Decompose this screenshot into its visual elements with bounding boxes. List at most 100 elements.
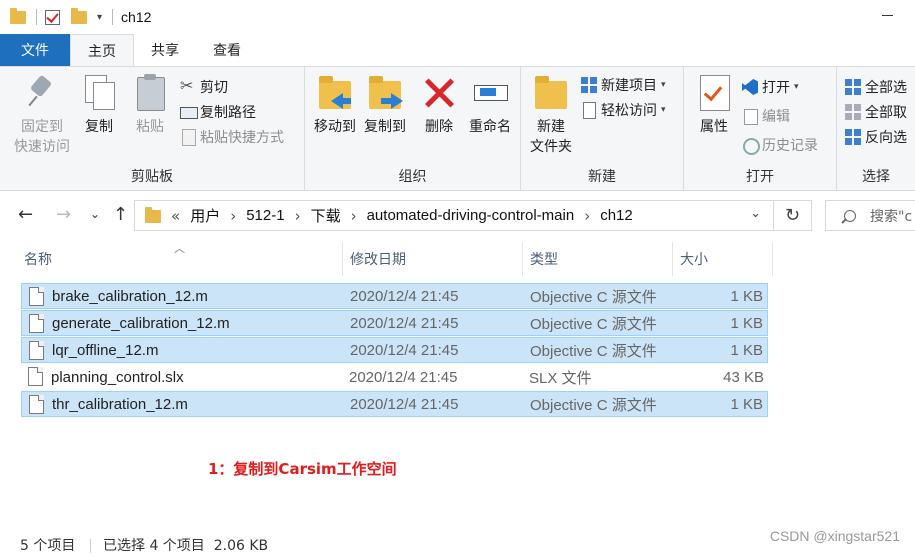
- breadcrumb-separator-icon: ›: [230, 206, 237, 225]
- back-arrow-icon[interactable]: ←: [18, 204, 33, 225]
- table-row[interactable]: generate_calibration_12.m 2020/12/4 21:4…: [21, 310, 768, 336]
- folder-icon: [145, 207, 161, 223]
- new-item-button[interactable]: 新建项目 ▾: [581, 73, 666, 97]
- up-arrow-icon[interactable]: ↑: [113, 204, 128, 225]
- minimize-button[interactable]: [882, 15, 893, 16]
- file-size: 1 KB: [730, 341, 763, 359]
- column-name[interactable]: 名称: [20, 242, 343, 276]
- table-row[interactable]: brake_calibration_12.m 2020/12/4 21:45 O…: [21, 283, 768, 309]
- move-to-label: 移动到: [314, 119, 356, 135]
- file-type: Objective C 源文件: [530, 315, 657, 333]
- open-button[interactable]: 打开 ▾: [742, 75, 799, 99]
- pin-label-line2: 快速访问: [14, 139, 70, 155]
- annotation-text: 1：复制到Carsim工作空间: [208, 460, 397, 478]
- file-type: Objective C 源文件: [530, 396, 657, 414]
- copy-to-button[interactable]: 复制到: [359, 73, 411, 137]
- tab-file[interactable]: 文件: [0, 34, 70, 66]
- properties-label: 属性: [700, 119, 728, 135]
- breadcrumb-separator-icon: ›: [294, 206, 301, 225]
- breadcrumb-user-folder[interactable]: 512-1: [246, 207, 284, 224]
- window-title: ch12: [121, 9, 152, 25]
- recent-locations-chevron-icon[interactable]: ⌄: [90, 207, 100, 221]
- rename-icon: [472, 73, 508, 113]
- file-date: 2020/12/4 21:45: [350, 341, 459, 359]
- file-date: 2020/12/4 21:45: [350, 314, 459, 332]
- file-name: lqr_offline_12.m: [52, 341, 159, 359]
- table-row[interactable]: thr_calibration_12.m 2020/12/4 21:45 Obj…: [21, 391, 768, 417]
- copy-path-button[interactable]: 复制路径: [180, 100, 256, 124]
- copy-icon: [81, 73, 117, 113]
- breadcrumb-downloads[interactable]: 下载: [311, 205, 341, 226]
- column-date[interactable]: 修改日期: [346, 242, 523, 276]
- document-icon: [29, 287, 44, 306]
- folder-icon: [10, 8, 28, 26]
- delete-x-icon: [421, 73, 457, 113]
- clipboard-group-label: 剪贴板: [131, 169, 173, 185]
- select-all-button[interactable]: 全部选: [845, 75, 907, 99]
- pin-icon: [24, 73, 60, 113]
- rename-button[interactable]: 重命名: [465, 73, 515, 137]
- column-size[interactable]: 大小: [676, 242, 773, 276]
- search-input[interactable]: 搜索"c: [825, 200, 915, 231]
- tab-home[interactable]: 主页: [70, 34, 134, 66]
- invert-selection-button[interactable]: 反向选: [845, 125, 907, 149]
- copy-path-label: 复制路径: [200, 105, 256, 121]
- select-none-button[interactable]: 全部取: [845, 100, 907, 124]
- file-date: 2020/12/4 21:45: [350, 395, 459, 413]
- paste-button[interactable]: 粘贴: [130, 73, 170, 137]
- document-icon: [29, 341, 44, 360]
- copy-label: 复制: [85, 119, 113, 135]
- breadcrumb-users[interactable]: 用户: [190, 205, 220, 226]
- paste-shortcut-icon: [180, 129, 196, 146]
- easy-access-button[interactable]: 轻松访问 ▾: [581, 98, 666, 122]
- table-row[interactable]: planning_control.slx 2020/12/4 21:45 SLX…: [21, 364, 768, 390]
- breadcrumb-current[interactable]: ch12: [600, 207, 633, 224]
- file-size: 1 KB: [730, 287, 763, 305]
- new-group: 新建 文件夹 新建项目 ▾ 轻松访问 ▾ 新建: [521, 67, 684, 191]
- properties-check-icon[interactable]: [45, 8, 63, 26]
- copy-path-icon: [180, 104, 198, 120]
- easy-access-label: 轻松访问: [601, 103, 657, 119]
- move-to-button[interactable]: 移动到: [309, 73, 361, 137]
- paste-shortcut-button[interactable]: 粘贴快捷方式: [180, 125, 284, 149]
- quick-access-dropdown[interactable]: ▾: [97, 12, 102, 23]
- select-group-label: 选择: [862, 169, 890, 185]
- new-item-icon: [581, 77, 597, 93]
- file-size: 1 KB: [730, 314, 763, 332]
- breadcrumb-project[interactable]: automated-driving-control-main: [367, 207, 575, 224]
- paste-label: 粘贴: [136, 119, 164, 135]
- tab-share[interactable]: 共享: [134, 34, 196, 66]
- file-name: thr_calibration_12.m: [52, 395, 188, 413]
- organize-group-label: 组织: [398, 169, 427, 185]
- document-icon: [29, 314, 44, 333]
- history-button[interactable]: 历史记录: [742, 133, 818, 157]
- column-type[interactable]: 类型: [526, 242, 673, 276]
- new-folder-button[interactable]: 新建 文件夹: [527, 73, 575, 157]
- overflow-chevron[interactable]: «: [171, 207, 180, 225]
- breadcrumb-separator-icon: ›: [584, 206, 591, 225]
- new-group-label: 新建: [588, 169, 616, 185]
- delete-button[interactable]: 删除: [421, 73, 457, 137]
- tab-view[interactable]: 查看: [196, 34, 258, 66]
- forward-arrow-icon[interactable]: →: [56, 204, 71, 225]
- title-bar: ▾ ch12: [0, 0, 915, 34]
- new-folder-icon: [533, 73, 569, 113]
- refresh-button[interactable]: ↻: [774, 200, 812, 231]
- new-folder-icon[interactable]: [71, 8, 89, 26]
- document-icon: [29, 395, 44, 414]
- history-label: 历史记录: [762, 138, 818, 154]
- pin-to-quick-access-button[interactable]: 固定到 快速访问: [10, 73, 74, 157]
- edit-button[interactable]: 编辑: [742, 104, 790, 128]
- file-date: 2020/12/4 21:45: [350, 287, 459, 305]
- select-none-label: 全部取: [865, 105, 907, 121]
- open-group: 属性 打开 ▾ 编辑 历史记录 打开: [684, 67, 837, 191]
- search-icon: [844, 209, 856, 222]
- address-bar[interactable]: « 用户 › 512-1 › 下载 › automated-driving-co…: [134, 200, 774, 231]
- copy-button[interactable]: 复制: [80, 73, 118, 137]
- chevron-down-icon: ▾: [661, 80, 666, 90]
- properties-button[interactable]: 属性: [692, 73, 736, 137]
- cut-button[interactable]: 剪切: [180, 75, 228, 99]
- address-dropdown-chevron-icon[interactable]: ⌄: [750, 206, 761, 221]
- table-row[interactable]: lqr_offline_12.m 2020/12/4 21:45 Objecti…: [21, 337, 768, 363]
- easy-access-icon: [581, 102, 597, 119]
